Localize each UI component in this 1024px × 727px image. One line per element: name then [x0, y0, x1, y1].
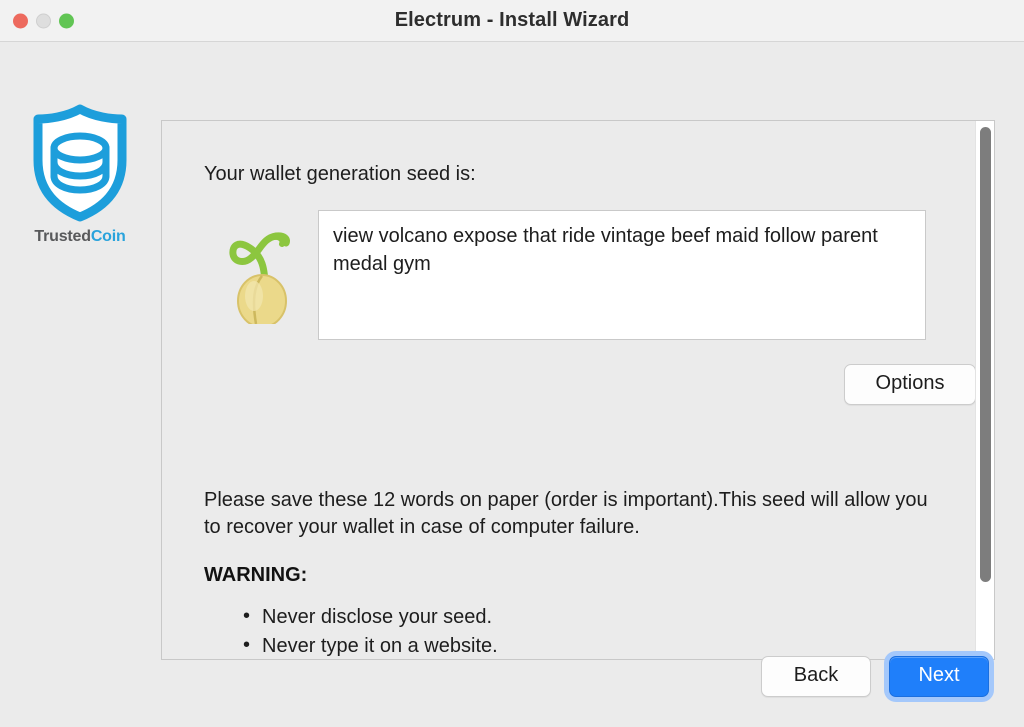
seed-display-row: view volcano expose that ride vintage be…	[204, 210, 976, 340]
vertical-scrollbar[interactable]	[975, 121, 994, 659]
options-button[interactable]: Options	[844, 364, 976, 405]
next-button-focus-ring: Next	[884, 651, 994, 702]
seed-instructions: Please save these 12 words on paper (ord…	[204, 489, 928, 538]
back-button[interactable]: Back	[761, 656, 871, 697]
zoom-button[interactable]	[59, 13, 74, 28]
options-row: Options	[204, 364, 976, 405]
wizard-content-frame: Your wallet generation seed is: view vol…	[161, 120, 995, 660]
brand-wordmark: TrustedCoin	[34, 228, 125, 246]
window-title: Electrum - Install Wizard	[394, 9, 630, 31]
shield-coins-icon	[33, 104, 127, 222]
warning-heading: WARNING:	[204, 564, 308, 587]
wizard-footer: Back Next	[761, 651, 994, 702]
seed-phrase-text: view volcano expose that ride vintage be…	[333, 225, 878, 275]
window-controls	[13, 13, 74, 28]
wizard-scroll-content: Your wallet generation seed is: view vol…	[162, 121, 976, 659]
brand-name-part2: Coin	[90, 228, 126, 245]
window-body: TrustedCoin Your wallet generation seed …	[0, 42, 1024, 727]
sprouting-seed-icon	[229, 232, 290, 324]
minimize-button[interactable]	[36, 13, 51, 28]
window-titlebar: Electrum - Install Wizard	[0, 0, 1024, 42]
next-button[interactable]: Next	[889, 656, 989, 697]
seed-heading: Your wallet generation seed is:	[204, 163, 476, 185]
branding-column: TrustedCoin	[0, 104, 160, 246]
seed-phrase-box[interactable]: view volcano expose that ride vintage be…	[318, 210, 926, 340]
close-button[interactable]	[13, 13, 28, 28]
brand-name-part1: Trusted	[34, 228, 91, 245]
scrollbar-thumb[interactable]	[980, 127, 991, 582]
list-item: Never disclose your seed.	[243, 602, 976, 632]
